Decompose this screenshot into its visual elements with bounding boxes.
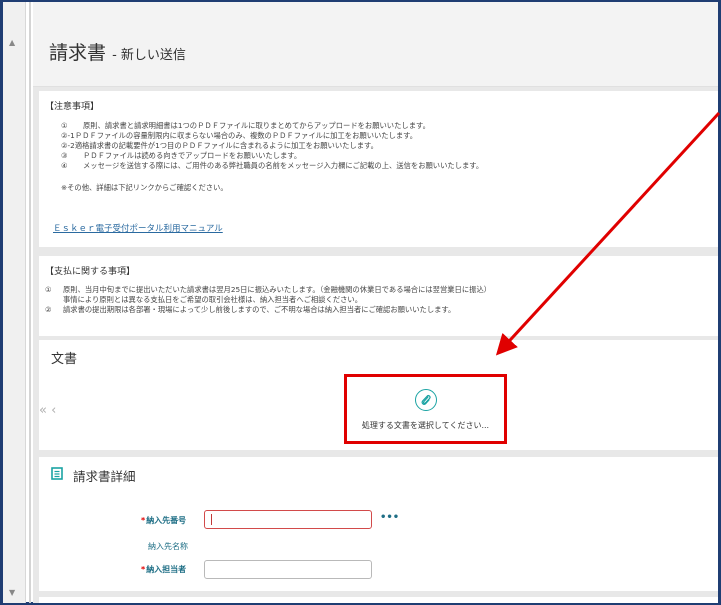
- annotation-arrow: [495, 111, 721, 356]
